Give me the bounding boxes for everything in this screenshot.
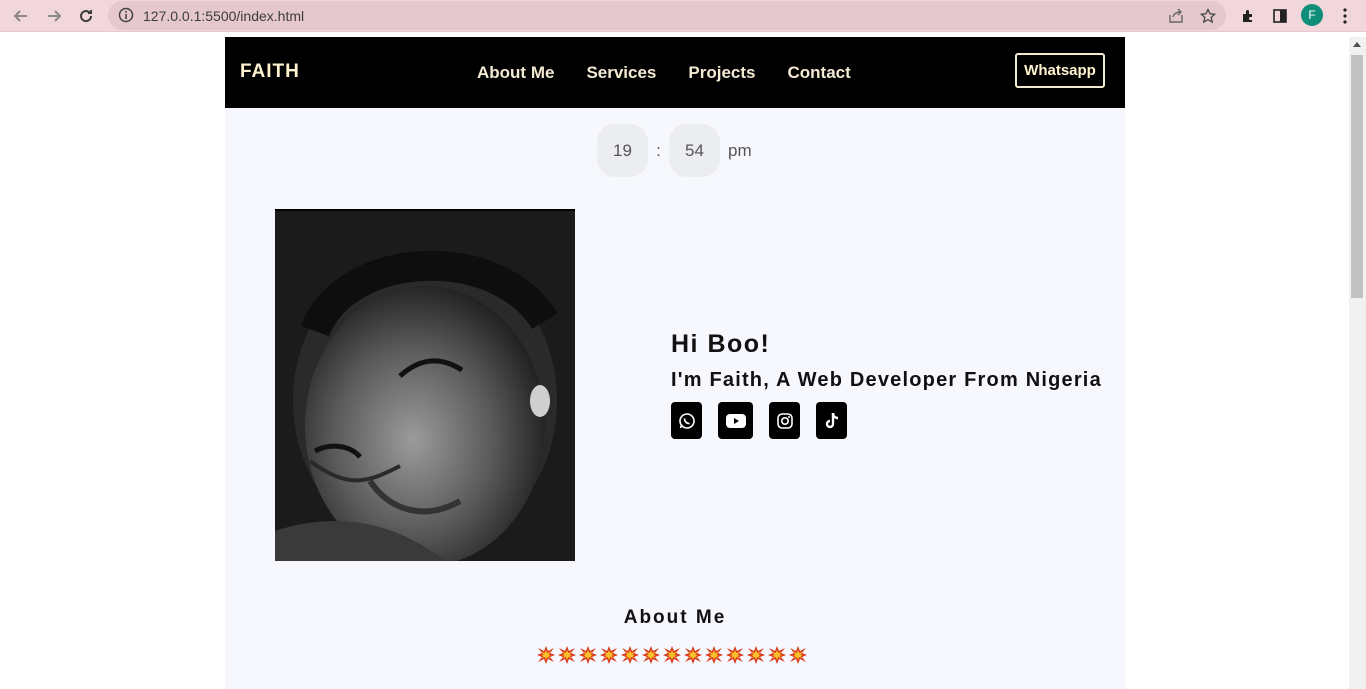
burst-icon [579, 646, 597, 664]
extensions-icon[interactable] [1236, 4, 1260, 28]
burst-icon [600, 646, 618, 664]
hero-greeting: Hi Boo! [671, 330, 771, 358]
nav-links: About Me Services Projects Contact [477, 63, 851, 83]
nav-link-services[interactable]: Services [586, 63, 656, 83]
brand-logo[interactable]: FAITH [240, 61, 300, 83]
forward-icon[interactable] [42, 4, 66, 28]
about-divider [537, 646, 807, 664]
clock-minutes: 54 [669, 124, 720, 177]
burst-icon [537, 646, 555, 664]
burst-icon [768, 646, 786, 664]
clock-hours: 19 [597, 124, 648, 177]
hero-section: Hi Boo! I'm Faith, A Web Developer From … [671, 330, 1102, 439]
clock: 19 : 54 pm [597, 124, 752, 177]
burst-icon [642, 646, 660, 664]
burst-icon [684, 646, 702, 664]
nav-link-contact[interactable]: Contact [787, 63, 850, 83]
url-text[interactable]: 127.0.0.1:5500/index.html [143, 8, 304, 24]
whatsapp-button[interactable]: Whatsapp [1015, 53, 1105, 88]
clock-ampm: pm [728, 140, 752, 160]
burst-icon [726, 646, 744, 664]
avatar-initial: F [1308, 8, 1316, 22]
nav-link-about[interactable]: About Me [477, 63, 554, 83]
whatsapp-icon[interactable] [671, 402, 702, 439]
scroll-thumb[interactable] [1351, 55, 1363, 298]
nav-link-projects[interactable]: Projects [688, 63, 755, 83]
youtube-icon[interactable] [718, 402, 753, 439]
portfolio-page: FAITH About Me Services Projects Contact… [225, 37, 1125, 689]
burst-icon [558, 646, 576, 664]
profile-photo [275, 209, 575, 561]
scroll-up-arrow[interactable] [1353, 42, 1361, 47]
star-icon[interactable] [1198, 6, 1218, 26]
site-navbar: FAITH About Me Services Projects Contact… [225, 37, 1125, 108]
burst-icon [789, 646, 807, 664]
clock-separator: : [656, 140, 661, 160]
back-icon[interactable] [9, 4, 33, 28]
hero-intro: I'm Faith, A Web Developer From Nigeria [671, 369, 1102, 391]
burst-icon [747, 646, 765, 664]
browser-toolbar: 127.0.0.1:5500/index.html F [0, 0, 1366, 32]
burst-icon [621, 646, 639, 664]
page-scrollbar[interactable] [1349, 37, 1366, 689]
tiktok-icon[interactable] [816, 402, 847, 439]
social-links [671, 402, 1102, 439]
instagram-icon[interactable] [769, 402, 800, 439]
sidepanel-icon[interactable] [1268, 4, 1292, 28]
address-bar[interactable]: 127.0.0.1:5500/index.html [108, 1, 1226, 30]
menu-icon[interactable] [1333, 4, 1357, 28]
about-heading: About Me [623, 607, 727, 628]
info-icon[interactable] [118, 7, 134, 23]
burst-icon [705, 646, 723, 664]
burst-icon [663, 646, 681, 664]
share-icon[interactable] [1166, 6, 1186, 26]
reload-icon[interactable] [74, 4, 98, 28]
profile-avatar[interactable]: F [1301, 4, 1323, 26]
